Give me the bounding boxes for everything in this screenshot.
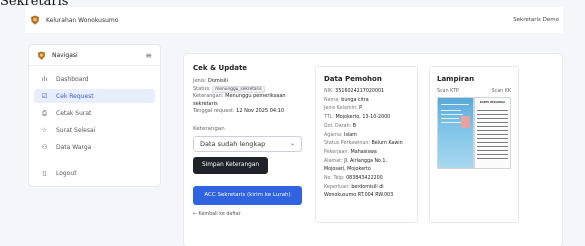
status-badge: menunggu_sekretaris: [212, 85, 265, 93]
sidebar-item-cetak-surat[interactable]: ⎙ Cetak Surat: [34, 106, 155, 120]
field-label: Pekerjaan:: [324, 149, 350, 155]
ktp-scan-image[interactable]: [437, 97, 474, 169]
sidebar-item-label: Logout: [56, 169, 77, 177]
status-label: Status:: [193, 85, 211, 92]
sidebar-item-label: Data Warga: [56, 143, 92, 151]
pemohon-row: Pekerjaan: Mahasiswa: [324, 149, 409, 158]
keterangan-select[interactable]: Data sudah lengkap ⌄: [193, 135, 302, 152]
hamburger-menu-icon[interactable]: ≡: [145, 51, 152, 60]
field-value: Mojokerto, 13-10-2000: [335, 115, 391, 121]
door-icon: ▯: [42, 169, 47, 177]
field-value: P: [359, 106, 362, 112]
kk-caption: KARTU KELUARGA: [479, 101, 506, 104]
sidebar-item-label: Cek Request: [56, 92, 94, 100]
field-label: Nama:: [324, 97, 340, 103]
tanggal-value: 12 Nov 2025 04:10: [236, 108, 285, 114]
people-icon: ⚇: [41, 143, 48, 151]
pemohon-row: NIK: 3516024217020001: [324, 88, 409, 97]
field-value: B: [352, 123, 357, 129]
field-label: Gol. Darah:: [324, 123, 352, 129]
request-detail-card: Cek & Update Jenis: Domisili Status: men…: [183, 53, 563, 246]
field-label: Jenis Kelamin:: [324, 106, 358, 112]
star-icon: ☆: [41, 126, 48, 134]
field-label: Alamat:: [324, 158, 343, 164]
sidebar-header: Navigasi ≡: [29, 45, 160, 66]
brand-name: Kelurahan Wonokusumo: [46, 16, 119, 24]
back-to-list-link[interactable]: ← Kembali ke daftar: [193, 212, 303, 217]
field-label: Status Perkawinan:: [324, 141, 370, 147]
jenis-value: Domisili: [208, 78, 228, 84]
sidebar-nav: ılı Dashboard ☑ Cek Request ⎙ Cetak Sura…: [29, 66, 160, 189]
field-value: bunga citra: [341, 97, 369, 103]
field-label: TTL:: [324, 115, 335, 121]
keterangan-select-value: Data sudah lengkap: [200, 139, 266, 148]
pemohon-row: TTL: Mojokerto, 13-10-2000: [324, 114, 409, 123]
field-value: Belum Kawin: [371, 141, 403, 147]
kelurahan-logo-icon: [31, 15, 39, 25]
sidebar-title: Navigasi: [52, 51, 78, 59]
save-keterangan-button[interactable]: Simpan Keterangan: [193, 156, 268, 174]
data-pemohon-panel: Data Pemohon NIK: 3516024217020001 Nama:…: [315, 66, 418, 223]
field-value: Islam: [344, 132, 357, 138]
field-value: Mahasiswa: [350, 149, 377, 155]
chart-icon: ılı: [41, 75, 48, 83]
field-label: Keperluan:: [324, 184, 350, 190]
pemohon-row: Status Perkawinan: Belum Kawin: [324, 140, 409, 149]
user-menu[interactable]: Sekretaris Demo: [513, 17, 559, 23]
keterangan-select-label: Keterangan: [193, 125, 225, 132]
sidebar-item-label: Cetak Surat: [56, 109, 92, 117]
printer-icon: ⎙: [41, 108, 48, 117]
pemohon-row: Nama: bunga citra: [324, 97, 409, 106]
field-value: 083843422200: [346, 176, 383, 182]
sidebar: Navigasi ≡ ılı Dashboard ☑ Cek Request ⎙…: [28, 44, 161, 187]
kelurahan-logo-icon: [37, 50, 46, 60]
request-info: Jenis: Domisili Status: menunggu_sekreta…: [193, 78, 303, 116]
pemohon-row: Keperluan: berdomisili di Wonokusumo RT.…: [324, 184, 409, 201]
pemohon-list: NIK: 3516024217020001 Nama: bunga citra …: [324, 88, 409, 201]
pemohon-row: Agama: Islam: [324, 132, 409, 141]
pemohon-row: No. Telp: 083843422200: [324, 175, 409, 184]
scan-kk-label: Scan KK: [491, 89, 511, 94]
jenis-label: Jenis:: [193, 78, 207, 84]
section-title: Lampiran: [437, 75, 475, 83]
sidebar-item-dashboard[interactable]: ılı Dashboard: [34, 72, 155, 86]
sidebar-item-logout[interactable]: ▯ Logout: [34, 166, 155, 180]
kk-scan-image[interactable]: KARTU KELUARGA: [474, 97, 511, 169]
pemohon-row: Gol. Darah: B: [324, 123, 409, 132]
sidebar-item-surat-selesai[interactable]: ☆ Surat Selesai: [34, 123, 155, 137]
sidebar-item-data-warga[interactable]: ⚇ Data Warga: [34, 140, 155, 154]
scan-ktp-label: Scan KTP: [437, 89, 459, 94]
field-value: 3516024217020001: [335, 89, 385, 94]
field-label: No. Telp:: [324, 176, 345, 182]
checklist-icon: ☑: [41, 92, 48, 100]
section-title: Data Pemohon: [324, 75, 382, 83]
chevron-down-icon: ⌄: [289, 140, 295, 147]
ktp-photo: [461, 116, 470, 128]
tanggal-label: Tanggal request:: [193, 108, 235, 114]
sidebar-item-label: Surat Selesai: [56, 126, 96, 134]
pemohon-row: Jenis Kelamin: P: [324, 105, 409, 114]
field-label: Agama:: [324, 132, 343, 138]
field-label: NIK:: [324, 89, 334, 94]
lampiran-panel: Lampiran Scan KTP Scan KK KARTU KELUARGA: [429, 66, 519, 223]
sidebar-item-label: Dashboard: [56, 75, 89, 83]
acc-sekretaris-button[interactable]: ACC Sekretaris (kirim ke Lurah): [193, 185, 302, 205]
section-title: Cek & Update: [193, 64, 248, 72]
pemohon-row: Alamat: Jl. Airlangga No.1, Mojosari, Mo…: [324, 158, 409, 175]
sidebar-item-cek-request[interactable]: ☑ Cek Request: [34, 89, 155, 103]
top-bar: Kelurahan Wonokusumo Sekretaris Demo: [25, 7, 563, 33]
cek-update-panel: Cek & Update Jenis: Domisili Status: men…: [193, 64, 303, 217]
keterangan-label: Keterangan:: [193, 93, 224, 99]
